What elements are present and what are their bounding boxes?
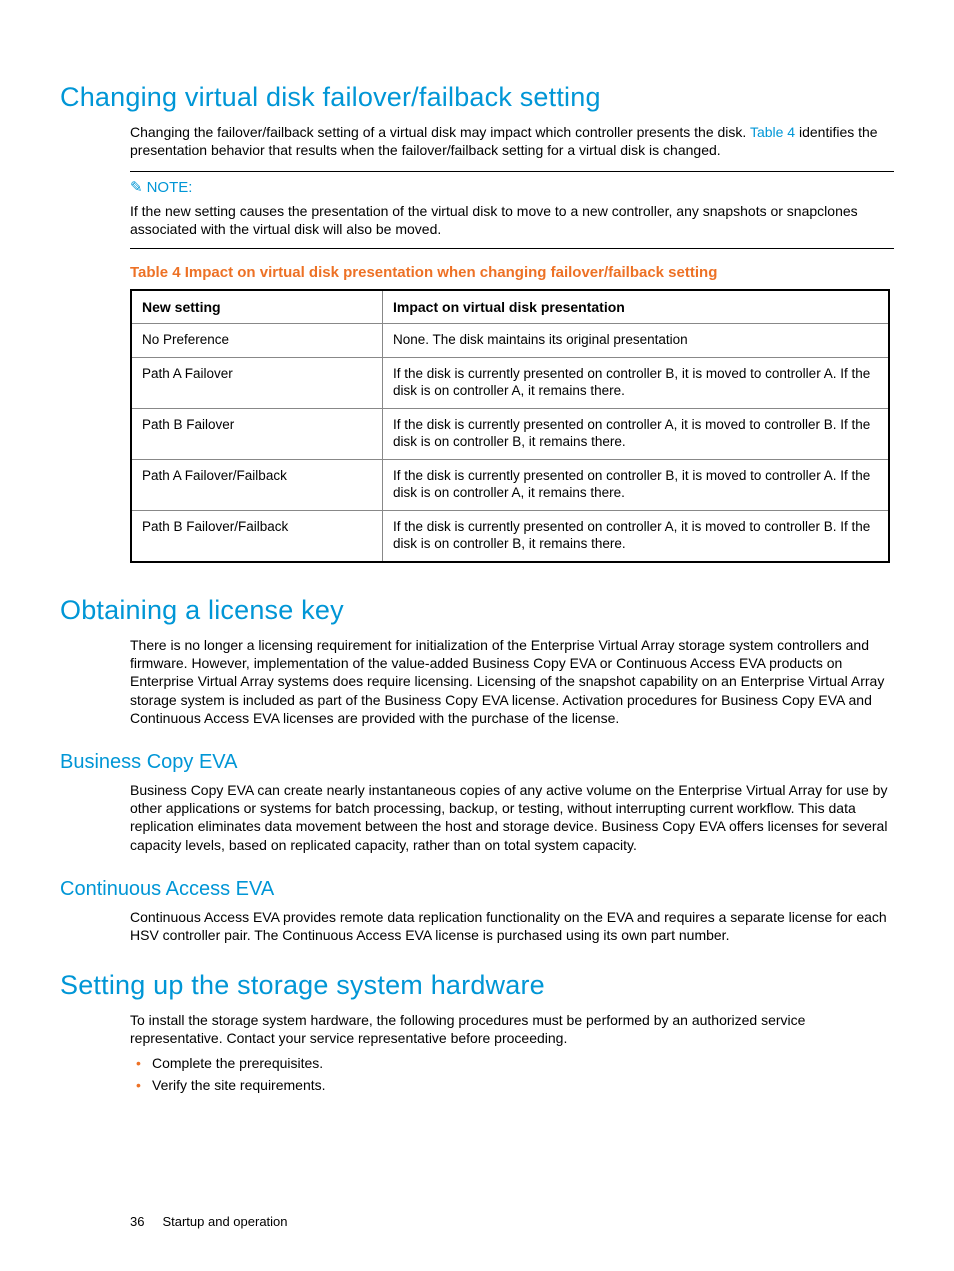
- para-text: To install the storage system hardware, …: [130, 1011, 894, 1047]
- note-icon: ✎: [130, 179, 143, 196]
- para-text: Changing the failover/failback setting o…: [130, 124, 750, 140]
- table-row: Path B Failover/FailbackIf the disk is c…: [131, 510, 889, 562]
- table-caption: Table 4 Impact on virtual disk presentat…: [130, 263, 894, 283]
- table-cell: None. The disk maintains its original pr…: [383, 324, 890, 358]
- page-footer: 36 Startup and operation: [130, 1214, 894, 1231]
- para-text: There is no longer a licensing requireme…: [130, 636, 894, 727]
- note-body: If the new setting causes the presentati…: [130, 202, 894, 238]
- heading-changing-failover: Changing virtual disk failover/failback …: [60, 80, 894, 115]
- heading-license-key: Obtaining a license key: [60, 593, 894, 628]
- table-row: Path A Failover/FailbackIf the disk is c…: [131, 459, 889, 510]
- heading-business-copy: Business Copy EVA: [60, 749, 894, 775]
- table-cell: Path A Failover: [131, 357, 383, 408]
- heading-setup-hardware: Setting up the storage system hardware: [60, 968, 894, 1003]
- link-table4[interactable]: Table 4: [750, 124, 795, 140]
- note-heading: ✎NOTE:: [130, 178, 894, 198]
- table-cell: Path B Failover/Failback: [131, 510, 383, 562]
- table-cell: No Preference: [131, 324, 383, 358]
- footer-title: Startup and operation: [162, 1214, 287, 1229]
- para-text: Continuous Access EVA provides remote da…: [130, 908, 894, 944]
- table-cell: Path B Failover: [131, 408, 383, 459]
- note-label: NOTE:: [147, 179, 193, 196]
- page-number: 36: [130, 1214, 144, 1229]
- table-cell: If the disk is currently presented on co…: [383, 510, 890, 562]
- note-block: ✎NOTE: If the new setting causes the pre…: [130, 171, 894, 249]
- table-cell: If the disk is currently presented on co…: [383, 408, 890, 459]
- table-row: No PreferenceNone. The disk maintains it…: [131, 324, 889, 358]
- table-cell: If the disk is currently presented on co…: [383, 357, 890, 408]
- table-row: Path A FailoverIf the disk is currently …: [131, 357, 889, 408]
- table-header: Impact on virtual disk presentation: [383, 290, 890, 324]
- table-cell: If the disk is currently presented on co…: [383, 459, 890, 510]
- para-license-key: There is no longer a licensing requireme…: [130, 636, 894, 727]
- para-text: Business Copy EVA can create nearly inst…: [130, 781, 894, 854]
- table-cell: Path A Failover/Failback: [131, 459, 383, 510]
- table-header: New setting: [131, 290, 383, 324]
- bullet-list: Complete the prerequisites. Verify the si…: [130, 1054, 894, 1094]
- para-business-copy: Business Copy EVA can create nearly inst…: [130, 781, 894, 854]
- heading-continuous-access: Continuous Access EVA: [60, 876, 894, 902]
- para-continuous-access: Continuous Access EVA provides remote da…: [130, 908, 894, 944]
- table-failover-impact: New setting Impact on virtual disk prese…: [130, 289, 890, 563]
- table-row: Path B FailoverIf the disk is currently …: [131, 408, 889, 459]
- list-item: Verify the site requirements.: [130, 1076, 894, 1094]
- para-changing-failover: Changing the failover/failback setting o…: [130, 123, 894, 159]
- para-setup-hardware: To install the storage system hardware, …: [130, 1011, 894, 1047]
- list-item: Complete the prerequisites.: [130, 1054, 894, 1072]
